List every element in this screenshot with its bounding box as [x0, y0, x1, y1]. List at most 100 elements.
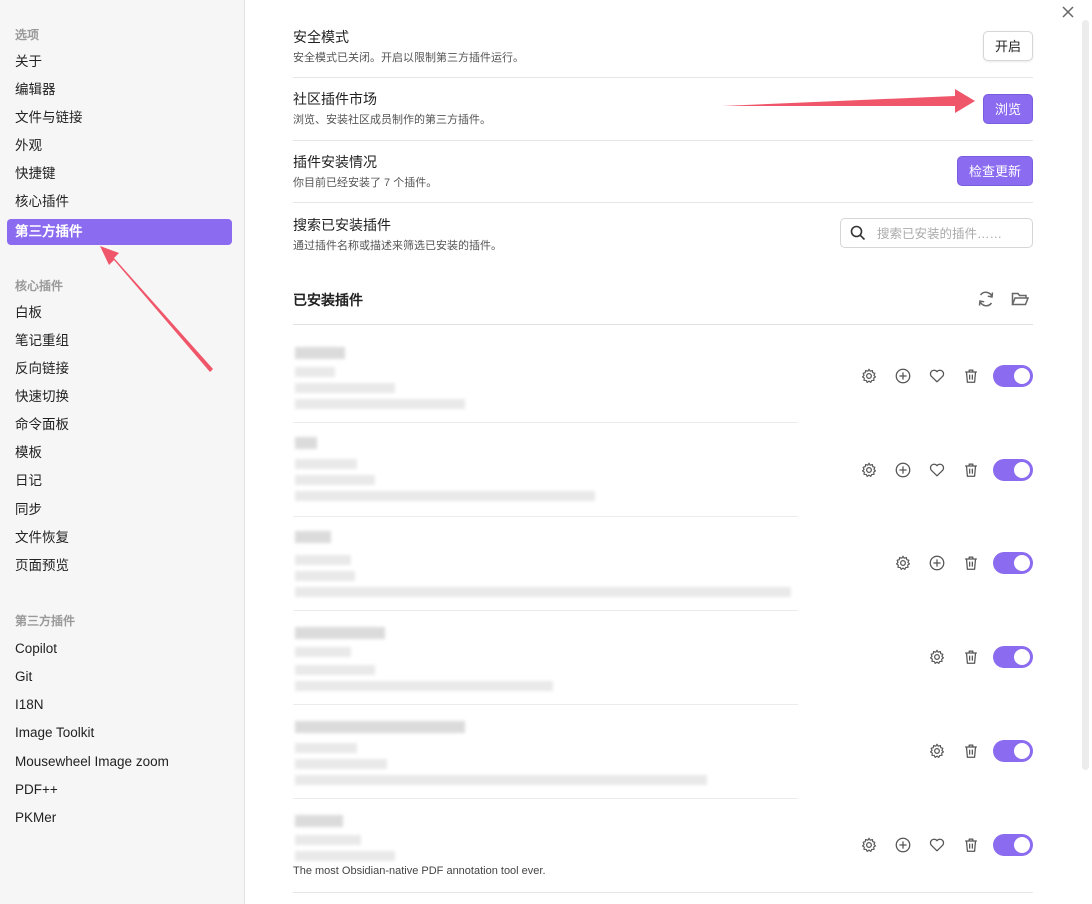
blurred-plugin-version	[295, 743, 357, 753]
plugin-enable-toggle[interactable]	[993, 552, 1033, 574]
sidebar-item-core-plugins[interactable]: 核心插件	[7, 189, 232, 215]
blurred-plugin-description	[295, 681, 553, 691]
blurred-plugin-description	[295, 775, 707, 785]
blurred-plugin-author	[295, 475, 375, 485]
plus-circle-icon[interactable]	[894, 461, 914, 481]
plugin-item	[293, 523, 1033, 611]
plugin-item-pdf-plus-plus: The most Obsidian-native PDF annotation …	[293, 805, 1033, 893]
reload-icon[interactable]	[976, 289, 996, 309]
divider	[293, 610, 798, 611]
sidebar-item-canvas[interactable]: 白板	[7, 300, 232, 326]
sidebar-item-command-palette[interactable]: 命令面板	[7, 412, 232, 438]
divider	[293, 704, 798, 705]
settings-sidebar: 选项 关于 编辑器 文件与链接 外观 快捷键 核心插件 第三方插件 核心插件 白…	[0, 0, 245, 904]
divider	[293, 516, 798, 517]
trash-icon[interactable]	[962, 461, 982, 481]
blurred-plugin-author	[295, 759, 387, 769]
community-market-setting: 社区插件市场 浏览、安装社区成员制作的第三方插件。	[293, 89, 1033, 141]
sidebar-item-note-composer[interactable]: 笔记重组	[7, 328, 232, 354]
check-updates-button[interactable]: 检查更新	[957, 156, 1033, 186]
search-installed-title: 搜索已安装插件	[293, 217, 391, 233]
search-installed-input[interactable]	[875, 224, 1029, 244]
community-market-title: 社区插件市场	[293, 91, 377, 107]
divider	[293, 422, 798, 423]
plugin-install-status-description: 你目前已经安装了 7 个插件。	[293, 177, 438, 189]
blurred-plugin-description	[295, 399, 465, 409]
sidebar-item-community-plugins[interactable]: 第三方插件	[7, 219, 232, 245]
plugin-item	[293, 429, 1033, 517]
sidebar-item-pdf-plus-plus[interactable]: PDF++	[7, 777, 232, 803]
trash-icon[interactable]	[962, 742, 982, 762]
blurred-plugin-author	[295, 571, 355, 581]
gear-icon[interactable]	[860, 836, 880, 856]
scrollbar[interactable]	[1082, 20, 1089, 770]
plus-circle-icon[interactable]	[928, 554, 948, 574]
divider	[293, 798, 798, 799]
sidebar-item-page-preview[interactable]: 页面预览	[7, 553, 232, 579]
sidebar-item-pkmer[interactable]: PKMer	[7, 805, 232, 831]
search-icon	[850, 225, 866, 246]
trash-icon[interactable]	[962, 836, 982, 856]
blurred-plugin-author	[295, 851, 395, 861]
heart-icon[interactable]	[928, 367, 948, 387]
sidebar-item-appearance[interactable]: 外观	[7, 133, 232, 159]
plugin-item	[293, 617, 1033, 705]
plugin-description: The most Obsidian-native PDF annotation …	[293, 865, 546, 877]
plus-circle-icon[interactable]	[894, 836, 914, 856]
trash-icon[interactable]	[962, 554, 982, 574]
sidebar-item-file-recovery[interactable]: 文件恢复	[7, 525, 232, 551]
trash-icon[interactable]	[962, 648, 982, 668]
sidebar-item-quick-switcher[interactable]: 快速切换	[7, 384, 232, 410]
plugin-item	[293, 711, 1033, 799]
blurred-plugin-version	[295, 459, 357, 469]
gear-icon[interactable]	[860, 367, 880, 387]
safe-mode-setting: 安全模式 安全模式已关闭。开启以限制第三方插件运行。	[293, 27, 1033, 78]
gear-icon[interactable]	[928, 648, 948, 668]
blurred-plugin-description	[295, 587, 791, 597]
sidebar-item-backlinks[interactable]: 反向链接	[7, 356, 232, 382]
sidebar-item-sync[interactable]: 同步	[7, 497, 232, 523]
sidebar-heading-options: 选项	[15, 28, 40, 42]
blurred-plugin-name	[295, 437, 317, 449]
blurred-plugin-version	[295, 647, 351, 657]
sidebar-item-git[interactable]: Git	[7, 664, 232, 690]
trash-icon[interactable]	[962, 367, 982, 387]
blurred-plugin-version	[295, 555, 351, 565]
sidebar-heading-core: 核心插件	[15, 279, 64, 293]
community-market-description: 浏览、安装社区成员制作的第三方插件。	[293, 114, 491, 126]
plugin-enable-toggle[interactable]	[993, 740, 1033, 762]
blurred-plugin-description	[295, 491, 595, 501]
gear-icon[interactable]	[894, 554, 914, 574]
search-installed-description: 通过插件名称或描述来筛选已安装的插件。	[293, 240, 502, 252]
open-folder-icon[interactable]	[1010, 289, 1030, 309]
search-installed-field[interactable]	[840, 218, 1033, 248]
gear-icon[interactable]	[860, 461, 880, 481]
sidebar-item-image-toolkit[interactable]: Image Toolkit	[7, 720, 232, 746]
sidebar-item-templates[interactable]: 模板	[7, 440, 232, 466]
blurred-plugin-author	[295, 383, 395, 393]
safe-mode-turn-on-button[interactable]: 开启	[983, 31, 1033, 61]
plugin-item	[293, 335, 1033, 423]
blurred-plugin-name	[295, 531, 331, 543]
blurred-plugin-version	[295, 835, 361, 845]
browse-button[interactable]: 浏览	[983, 94, 1033, 124]
plugin-enable-toggle[interactable]	[993, 646, 1033, 668]
sidebar-item-editor[interactable]: 编辑器	[7, 77, 232, 103]
sidebar-item-about[interactable]: 关于	[7, 49, 232, 75]
sidebar-item-files-links[interactable]: 文件与链接	[7, 105, 232, 131]
plus-circle-icon[interactable]	[894, 367, 914, 387]
sidebar-item-daily-notes[interactable]: 日记	[7, 468, 232, 494]
plugin-enable-toggle[interactable]	[993, 459, 1033, 481]
plugin-enable-toggle[interactable]	[993, 365, 1033, 387]
heart-icon[interactable]	[928, 461, 948, 481]
sidebar-item-mousewheel-image-zoom[interactable]: Mousewheel Image zoom	[7, 749, 232, 775]
sidebar-item-copilot[interactable]: Copilot	[7, 636, 232, 662]
blurred-plugin-version	[295, 367, 335, 377]
blurred-plugin-name	[295, 815, 343, 827]
sidebar-item-i18n[interactable]: I18N	[7, 692, 232, 718]
gear-icon[interactable]	[928, 742, 948, 762]
close-icon[interactable]	[1058, 4, 1078, 24]
sidebar-item-hotkeys[interactable]: 快捷键	[7, 161, 232, 187]
heart-icon[interactable]	[928, 836, 948, 856]
plugin-enable-toggle[interactable]	[993, 834, 1033, 856]
